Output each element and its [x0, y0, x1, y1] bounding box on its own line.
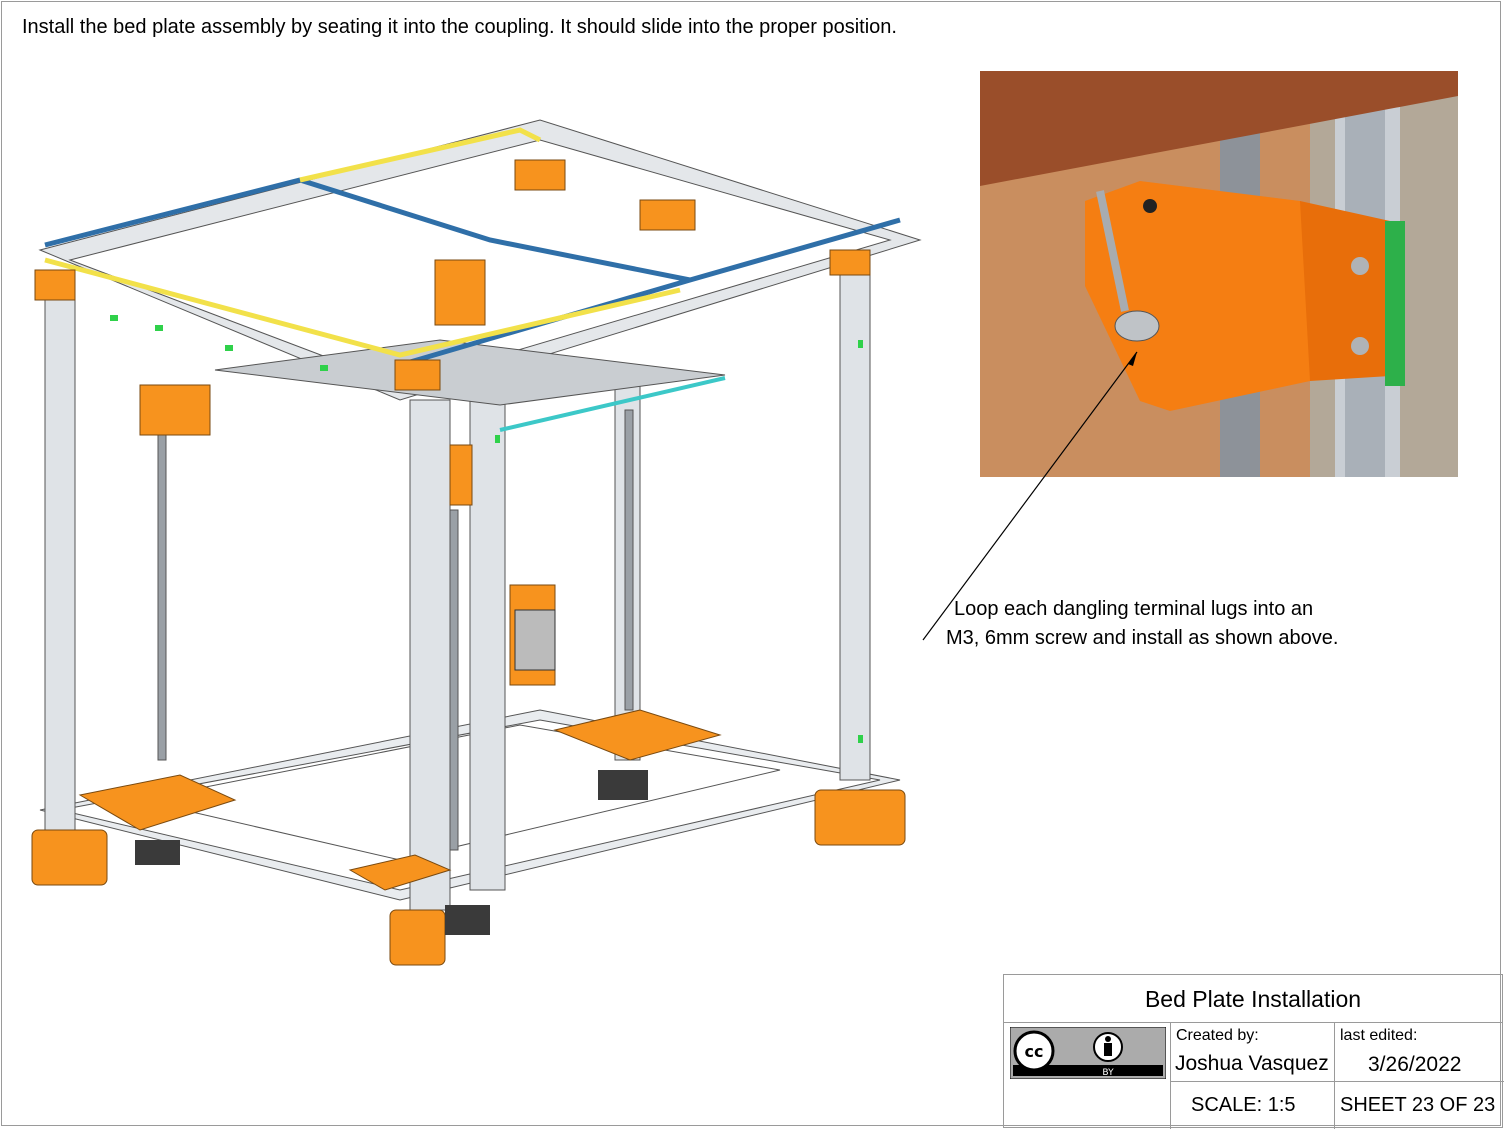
cc-by-letters: BY: [1102, 1068, 1114, 1078]
instruction-text: Install the bed plate assembly by seatin…: [22, 16, 897, 38]
drawing-title: Bed Plate Installation: [1004, 975, 1502, 1023]
cc-letters: cc: [1025, 1042, 1044, 1061]
callout-text: Loop each dangling terminal lugs into an…: [946, 595, 1338, 653]
title-block: Bed Plate Installation cc BY Created by:…: [1003, 974, 1504, 1129]
sheet-number: SHEET 23 OF 23: [1340, 1094, 1496, 1116]
last-edited-date: 3/26/2022: [1368, 1053, 1462, 1076]
printer-frame-cad-view: [31, 119, 922, 966]
title-block-divider: [1334, 1023, 1335, 1129]
title-block-divider: [1170, 1081, 1504, 1082]
created-by-label: Created by:: [1176, 1027, 1259, 1044]
drawing-scale: SCALE: 1:5: [1191, 1094, 1296, 1116]
terminal-lug-photo: [980, 71, 1458, 477]
last-edited-label: last edited:: [1340, 1027, 1418, 1044]
callout-line-1: Loop each dangling terminal lugs into an: [954, 598, 1314, 620]
author-name: Joshua Vasquez: [1175, 1052, 1329, 1075]
cc-by-license-icon: cc BY: [1010, 1027, 1166, 1079]
callout-line-2: M3, 6mm screw and install as shown above…: [946, 627, 1339, 649]
title-block-divider: [1170, 1023, 1171, 1129]
